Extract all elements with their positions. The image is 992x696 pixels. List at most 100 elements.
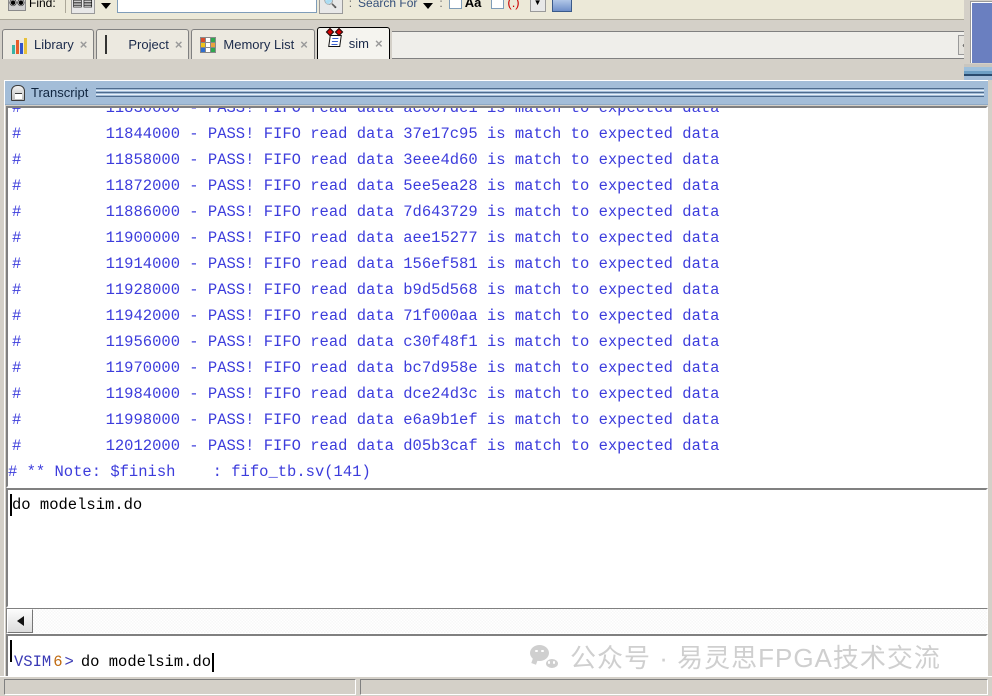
- triangle-left-icon[interactable]: [7, 609, 33, 633]
- command-output-area[interactable]: do modelsim.do: [6, 488, 988, 608]
- transcript-line: #11844000 - PASS! FIFO read data 37e17c9…: [8, 121, 986, 147]
- line-prefix: #: [12, 177, 22, 195]
- transcript-line: #11984000 - PASS! FIFO read data dce24d3…: [8, 381, 986, 407]
- line-timestamp: 11970000: [105, 359, 180, 377]
- find-label: Find:: [29, 0, 56, 10]
- tab-memory-list-close-icon[interactable]: ×: [300, 38, 308, 51]
- line-message: - PASS! FIFO read data 37e17c95 is match…: [180, 125, 720, 143]
- find-button[interactable]: ◉◉ Find:: [4, 0, 60, 15]
- line-message: - PASS! FIFO read data 71f000aa is match…: [180, 307, 720, 325]
- status-bar: [0, 676, 992, 696]
- transcript-line: #11872000 - PASS! FIFO read data 5ee5ea2…: [8, 173, 986, 199]
- search-icon[interactable]: 🔍: [318, 0, 343, 14]
- line-timestamp: 11928000: [105, 281, 180, 299]
- tab-sim-label: sim: [348, 36, 370, 51]
- text-cursor: [212, 652, 215, 672]
- line-prefix: #: [12, 281, 22, 299]
- scrollbar-track[interactable]: [33, 609, 987, 633]
- highlight-icon[interactable]: [551, 0, 572, 12]
- search-for-chevron-down-icon[interactable]: [423, 2, 434, 9]
- line-prefix: #: [12, 151, 22, 169]
- line-prefix: #: [12, 333, 22, 351]
- line-prefix: #: [12, 203, 22, 221]
- status-cell-1: [4, 678, 356, 695]
- transcript-note-line: # ** Note: $finish : fifo_tb.sv(141): [8, 463, 371, 481]
- line-timestamp: 11872000: [105, 177, 180, 195]
- project-icon: [105, 34, 123, 54]
- prompt-left-caret: [10, 640, 12, 662]
- transcript-line: #11858000 - PASS! FIFO read data 3eee4d6…: [8, 147, 986, 173]
- line-timestamp: 11914000: [105, 255, 180, 273]
- line-timestamp: 11956000: [105, 333, 180, 351]
- line-timestamp: 12012000: [105, 437, 180, 455]
- prompt-app-label: VSIM: [14, 653, 52, 671]
- line-timestamp: 11858000: [105, 151, 180, 169]
- tab-library[interactable]: Library ×: [2, 29, 95, 59]
- line-prefix: #: [12, 255, 22, 273]
- line-prefix: #: [12, 229, 22, 247]
- tab-memory-list[interactable]: Memory List ×: [191, 29, 315, 59]
- line-message: - PASS! FIFO read data d05b3caf is match…: [180, 437, 720, 455]
- line-message: - PASS! FIFO read data dce24d3c is match…: [180, 385, 720, 403]
- find-options-button[interactable]: ▤▤: [70, 0, 95, 14]
- transcript-log-lines: #11830000 - PASS! FIFO read data ac007de…: [8, 106, 986, 485]
- transcript-line: #12012000 - PASS! FIFO read data d05b3ca…: [8, 433, 986, 459]
- line-message: - PASS! FIFO read data c30f48f1 is match…: [180, 333, 720, 351]
- transcript-window: Transcript #11830000 - PASS! FIFO read d…: [4, 80, 988, 690]
- transcript-line: #11914000 - PASS! FIFO read data 156ef58…: [8, 251, 986, 277]
- line-prefix: #: [12, 437, 22, 455]
- transcript-title-bar[interactable]: Transcript: [5, 81, 988, 105]
- line-message: - PASS! FIFO read data aee15277 is match…: [180, 229, 720, 247]
- toolbar-divider-1: [64, 0, 66, 13]
- modelsim-main-window: ◉◉ Find: ▤▤ 🔍 : Search For : Aa (.) ▼ Li…: [0, 0, 992, 696]
- tab-library-close-icon[interactable]: ×: [80, 38, 88, 51]
- line-message: - PASS! FIFO read data 156ef581 is match…: [180, 255, 720, 273]
- transcript-window-icon: [11, 84, 25, 101]
- sim-icon: [325, 27, 344, 53]
- command-output-caret: [10, 494, 12, 516]
- search-colon-2: :: [439, 0, 443, 10]
- line-timestamp: 11984000: [105, 385, 180, 403]
- search-more-chevron-down-icon[interactable]: ▼: [529, 0, 546, 12]
- tab-project-close-icon[interactable]: ×: [175, 38, 183, 51]
- prompt-command-input[interactable]: do modelsim.do: [81, 653, 211, 671]
- transcript-log-area[interactable]: #11830000 - PASS! FIFO read data ac007de…: [6, 106, 988, 488]
- tab-memory-list-label: Memory List: [223, 37, 295, 52]
- line-message: - PASS! FIFO read data ac007de1 is match…: [180, 106, 720, 117]
- prompt-number: 6: [53, 653, 63, 671]
- tab-sim-close-icon[interactable]: ×: [375, 37, 383, 50]
- transcript-line: #11928000 - PASS! FIFO read data b9d5d56…: [8, 277, 986, 303]
- line-prefix: #: [12, 125, 22, 143]
- line-message: - PASS! FIFO read data bc7d958e is match…: [180, 359, 720, 377]
- tab-sim[interactable]: sim ×: [316, 27, 390, 59]
- horizontal-scrollbar[interactable]: [6, 608, 988, 634]
- line-prefix: #: [12, 385, 22, 403]
- transcript-title-label: Transcript: [31, 85, 89, 100]
- search-colon-1: :: [348, 0, 353, 10]
- line-message: - PASS! FIFO read data 3eee4d60 is match…: [180, 151, 720, 169]
- transcript-line: #11970000 - PASS! FIFO read data bc7d958…: [8, 355, 986, 381]
- memory-list-icon: [200, 36, 218, 54]
- line-timestamp: 11830000: [105, 106, 180, 117]
- line-timestamp: 11844000: [105, 125, 180, 143]
- status-cell-2: [360, 678, 988, 695]
- line-timestamp: 11900000: [105, 229, 180, 247]
- window-tab-bar: Library × Project × Memory List × sim ×: [0, 22, 992, 59]
- right-docked-panel[interactable]: [964, 0, 992, 80]
- line-message: - PASS! FIFO read data 7d643729 is match…: [180, 203, 720, 221]
- binoculars-icon: ◉◉: [8, 0, 26, 11]
- match-case-checkbox[interactable]: [448, 0, 462, 9]
- line-prefix: #: [12, 411, 22, 429]
- match-case-label: Aa: [464, 0, 482, 10]
- prompt-gt-symbol: >: [64, 653, 74, 671]
- line-timestamp: 11942000: [105, 307, 180, 325]
- regex-checkbox[interactable]: [491, 0, 505, 9]
- tab-project-label: Project: [128, 37, 169, 52]
- transcript-drag-grip[interactable]: [96, 87, 984, 98]
- chevron-down-icon[interactable]: [100, 2, 111, 9]
- find-input[interactable]: [116, 0, 317, 13]
- line-timestamp: 11998000: [105, 411, 180, 429]
- tab-project[interactable]: Project ×: [96, 29, 190, 59]
- line-timestamp: 11886000: [105, 203, 180, 221]
- line-message: - PASS! FIFO read data b9d5d568 is match…: [180, 281, 720, 299]
